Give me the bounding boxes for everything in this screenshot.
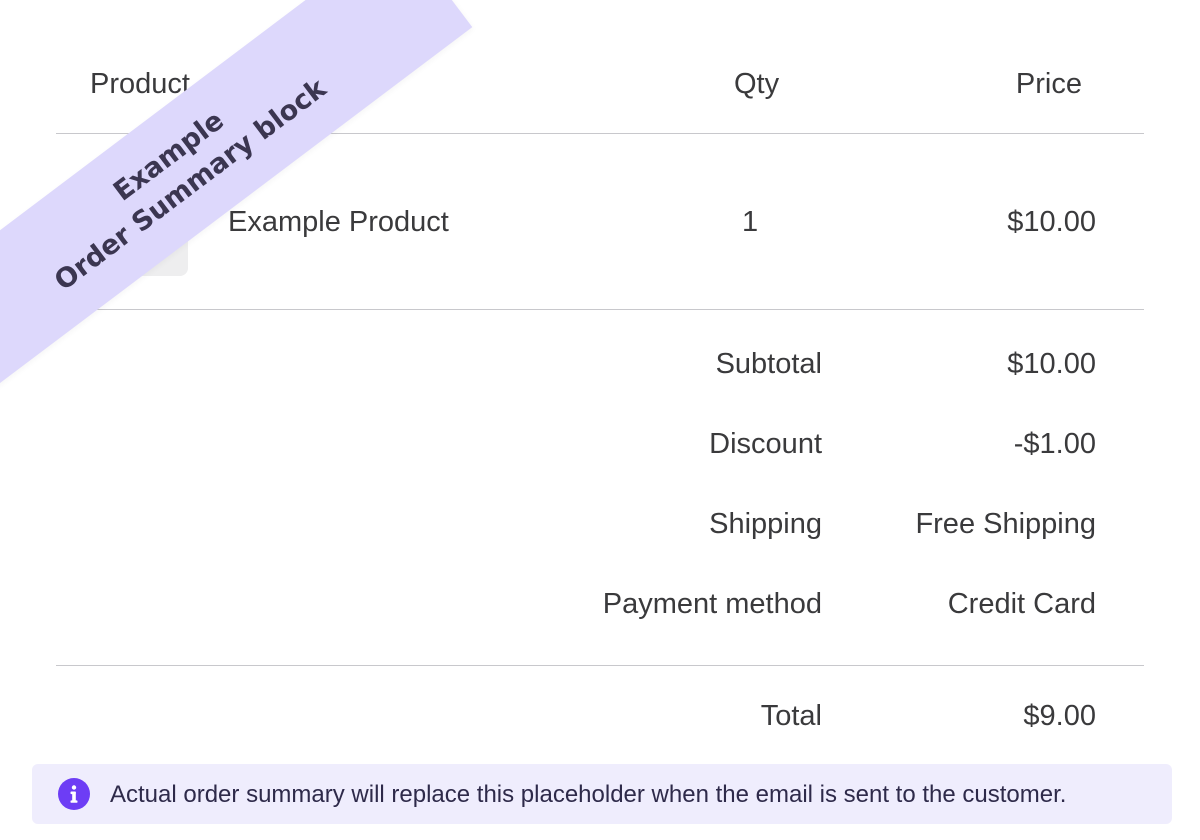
product-price: $10.00 <box>1007 206 1096 238</box>
order-summary-page: Product Qty Price Example Product 1 $10.… <box>0 0 1200 840</box>
summary-label: Discount <box>709 428 822 460</box>
summary-value: $10.00 <box>1007 348 1096 380</box>
summary-value: -$1.00 <box>1013 428 1096 460</box>
summary-label: Shipping <box>709 508 822 540</box>
info-icon <box>58 778 90 810</box>
placeholder-notice: Actual order summary will replace this p… <box>32 764 1172 824</box>
total-value: $9.00 <box>1023 700 1096 732</box>
column-header-product: Product <box>90 68 190 100</box>
summary-value: Credit Card <box>947 588 1096 620</box>
column-header-price: Price <box>1015 68 1082 100</box>
summary-row-payment-method: Payment method Credit Card <box>56 588 1144 628</box>
summary-label: Payment method <box>602 588 822 620</box>
product-qty: 1 <box>742 206 759 238</box>
summary-section: Subtotal $10.00 Discount -$1.00 Shipping… <box>56 310 1144 666</box>
summary-row-discount: Discount -$1.00 <box>56 428 1144 468</box>
column-header-qty: Qty <box>734 68 780 100</box>
product-name: Example Product <box>228 206 449 238</box>
summary-row-total: Total $9.00 <box>56 700 1144 740</box>
total-label: Total <box>760 700 822 732</box>
summary-row-subtotal: Subtotal $10.00 <box>56 348 1144 388</box>
summary-label: Subtotal <box>715 348 822 380</box>
summary-row-shipping: Shipping Free Shipping <box>56 508 1144 548</box>
notice-text: Actual order summary will replace this p… <box>110 781 1067 808</box>
summary-value: Free Shipping <box>915 508 1096 540</box>
